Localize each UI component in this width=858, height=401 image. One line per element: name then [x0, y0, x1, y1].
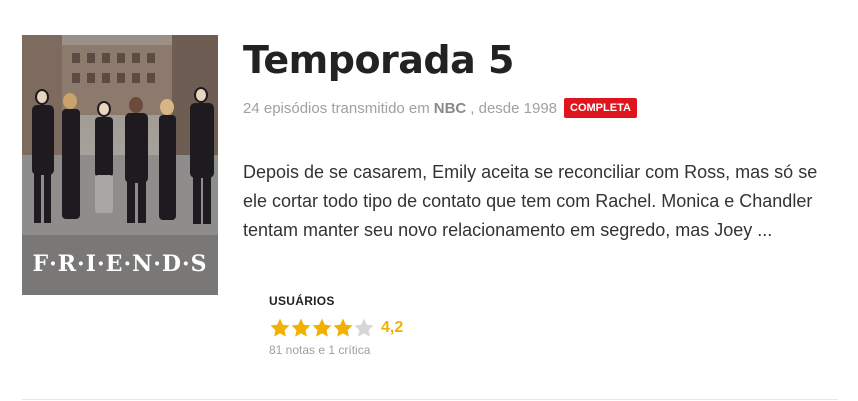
poster-logo: F·R·I·E·N·D·S [22, 251, 218, 277]
synopsis: Depois de se casarem, Emily aceita se re… [243, 162, 818, 240]
star-icon [270, 318, 290, 337]
star-rating[interactable] [269, 317, 374, 339]
episodes-text: 24 episódios transmitido em [243, 99, 430, 117]
star-icon [333, 318, 353, 337]
star-icon [354, 318, 374, 337]
rating-row: 4,2 [269, 317, 403, 339]
rating-count[interactable]: 81 notas e 1 crítica [269, 343, 403, 357]
star-icon [312, 318, 332, 337]
season-poster[interactable]: F·R·I·E·N·D·S [22, 35, 218, 295]
page-title: Temporada 5 [243, 38, 514, 82]
season-meta: 24 episódios transmitido em NBC , desde … [243, 98, 637, 118]
rating-label: Usuários [269, 294, 335, 308]
user-rating: Usuários 4,2 81 notas e 1 crítica [269, 294, 403, 357]
network-link[interactable]: NBC [434, 100, 467, 117]
poster-logo-text: F·R·I·E·N·D·S [32, 251, 208, 277]
star-icon [291, 318, 311, 337]
status-badge: Completa [564, 98, 637, 118]
since-text: , desde 1998 [470, 99, 558, 117]
rating-value: 4,2 [381, 319, 404, 336]
divider [22, 399, 838, 400]
